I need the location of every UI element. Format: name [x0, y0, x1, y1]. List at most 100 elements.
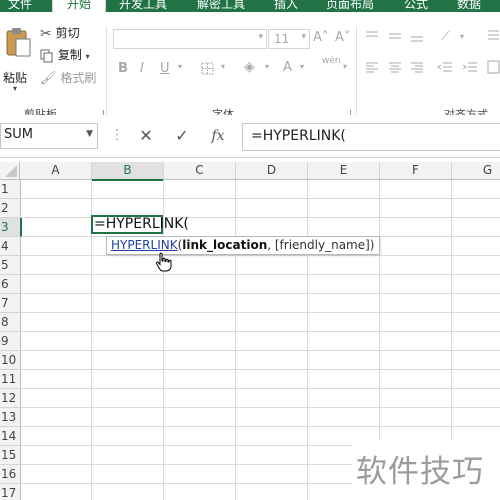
insert-function-button[interactable]: fx	[204, 123, 232, 149]
column-header-g[interactable]: G	[452, 162, 500, 180]
column-header-c[interactable]: C	[164, 162, 236, 180]
row-header-17[interactable]: 17	[0, 484, 21, 500]
cut-button[interactable]: ✂ 剪切	[40, 24, 80, 42]
chevron-down-icon: ▾	[221, 62, 226, 71]
tab-developer[interactable]: 开发工具	[119, 0, 167, 12]
select-all-corner[interactable]	[0, 162, 20, 180]
tooltip-remaining-arguments: , [friendly_name])	[267, 238, 375, 252]
row-header-4[interactable]: 4	[0, 237, 21, 256]
format-painter-button[interactable]: 🖌 格式刷	[40, 69, 96, 86]
group-separator	[356, 26, 357, 122]
grow-font-button[interactable]: A˄	[313, 30, 328, 45]
paste-button[interactable]: 粘贴 ▾	[3, 26, 33, 93]
bold-button[interactable]: B	[118, 61, 128, 76]
align-right-button[interactable]	[410, 62, 424, 77]
font-size-dropdown[interactable]: 11 ▾	[268, 29, 310, 49]
fill-color-icon[interactable]: ◈	[244, 59, 255, 75]
tooltip-current-argument[interactable]: link_location	[182, 238, 267, 252]
top-align-button[interactable]	[365, 31, 379, 46]
column-header-f[interactable]: F	[380, 162, 452, 180]
row-header-2[interactable]: 2	[0, 199, 21, 218]
italic-button[interactable]: I	[140, 61, 144, 76]
merge-center-button[interactable]	[487, 60, 500, 77]
column-header-b[interactable]: B	[92, 162, 164, 181]
row-header-13[interactable]: 13	[0, 408, 21, 427]
gridline	[20, 198, 500, 199]
ribbon: 粘贴 ▾ ✂ 剪切 复制 ▾ 🖌 格式刷 剪贴板 ▾ 11 ▾ A˄ A˅ B …	[0, 12, 500, 122]
formula-bar: SUM ▼ ⋮ ✕ ✓ fx =HYPERLINK(	[0, 115, 500, 158]
tab-decrypt-tools[interactable]: 解密工具	[197, 0, 245, 12]
tab-page-layout[interactable]: 页面布局	[326, 0, 374, 12]
function-help-link[interactable]: HYPERLINK	[111, 238, 178, 252]
row-header-1[interactable]: 1	[0, 180, 21, 199]
align-center-button[interactable]	[388, 62, 402, 77]
row-header-12[interactable]: 12	[0, 389, 21, 408]
tab-formulas[interactable]: 公式	[404, 0, 428, 12]
wrap-text-button[interactable]	[487, 29, 500, 46]
gridline	[20, 407, 500, 408]
tab-home[interactable]: 开始	[52, 0, 106, 12]
column-header-d[interactable]: D	[236, 162, 308, 180]
row-header-5[interactable]: 5	[0, 256, 21, 275]
wrap-text-icon	[488, 30, 499, 40]
gridline	[20, 350, 500, 351]
gridline	[20, 388, 500, 389]
gridline	[20, 274, 500, 275]
chevron-down-icon: ▾	[460, 32, 465, 41]
chevron-down-icon: ▾	[265, 62, 270, 71]
phonetic-guide-button[interactable]: wén	[322, 56, 341, 66]
chevron-down-icon: ▾	[13, 84, 18, 93]
row-header-7[interactable]: 7	[0, 294, 21, 313]
cell-b3-value: =HYPERLINK(	[94, 216, 189, 232]
tab-file[interactable]: 文件	[8, 0, 32, 12]
chevron-down-icon: ▾	[300, 62, 305, 71]
cancel-button[interactable]: ✕	[132, 123, 160, 149]
copy-label: 复制	[57, 48, 82, 62]
copy-icon	[40, 49, 53, 62]
row-header-6[interactable]: 6	[0, 275, 21, 294]
gridline	[307, 180, 308, 500]
enter-button[interactable]: ✓	[168, 123, 196, 149]
format-painter-label: 格式刷	[60, 71, 97, 85]
row-header-15[interactable]: 15	[0, 446, 21, 465]
row-header-11[interactable]: 11	[0, 370, 21, 389]
align-bottom-icon	[411, 36, 423, 42]
underline-button[interactable]: U	[160, 61, 170, 76]
align-middle-icon	[389, 33, 401, 39]
row-header-14[interactable]: 14	[0, 427, 21, 446]
hand-pointer-icon	[155, 252, 172, 272]
gridline	[20, 369, 500, 370]
row-header-9[interactable]: 9	[0, 332, 21, 351]
column-header-a[interactable]: A	[20, 162, 92, 180]
select-all-icon	[5, 165, 17, 177]
copy-button[interactable]: 复制 ▾	[40, 46, 90, 63]
align-center-icon	[389, 62, 401, 73]
chevron-down-icon: ▾	[178, 62, 183, 71]
orientation-icon[interactable]: ⟋	[441, 29, 450, 44]
grip-icon: ⋮	[110, 127, 124, 143]
decrease-indent-button[interactable]	[437, 62, 453, 77]
name-box[interactable]: SUM ▼	[0, 123, 98, 149]
align-left-button[interactable]	[365, 62, 379, 77]
formula-input[interactable]: =HYPERLINK(	[242, 123, 500, 151]
middle-align-button[interactable]	[388, 31, 402, 46]
row-header-16[interactable]: 16	[0, 465, 21, 484]
borders-button[interactable]	[201, 62, 214, 78]
increase-indent-button[interactable]	[462, 62, 478, 77]
font-name-dropdown[interactable]: ▾	[113, 29, 267, 49]
watermark-text: 软件技巧	[356, 454, 484, 490]
font-color-button[interactable]: A	[283, 60, 292, 75]
bottom-align-button[interactable]	[410, 31, 424, 46]
align-right-icon	[411, 62, 423, 73]
row-header-10[interactable]: 10	[0, 351, 21, 370]
watermark: 软件技巧	[352, 440, 500, 500]
row-header-3[interactable]: 3	[0, 218, 22, 237]
shrink-font-button[interactable]: A˅	[335, 30, 350, 45]
formula-text: =HYPERLINK(	[251, 128, 346, 144]
tab-insert[interactable]: 插入	[274, 0, 298, 12]
row-header-8[interactable]: 8	[0, 313, 21, 332]
align-left-icon	[366, 62, 378, 73]
column-header-e[interactable]: E	[308, 162, 380, 180]
tab-data[interactable]: 数据	[457, 0, 481, 12]
chevron-down-icon: ▾	[343, 62, 348, 71]
